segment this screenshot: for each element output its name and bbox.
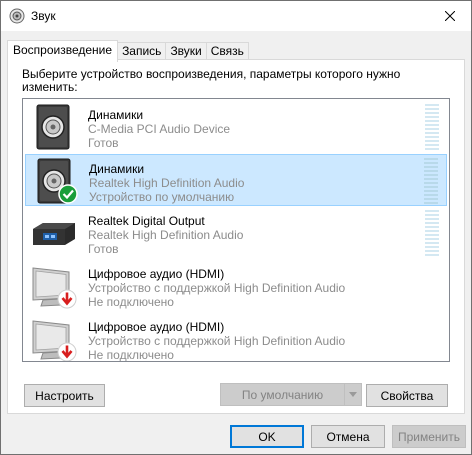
sound-dialog: Звук Воспроизведение Запись Звуки Связь …: [0, 0, 472, 455]
device-driver: Устройство с поддержкой High Definition …: [88, 334, 346, 348]
device-row[interactable]: Цифровое аудио (HDMI) Устройство с подде…: [25, 260, 447, 312]
volume-level-meter: [424, 158, 438, 204]
properties-button[interactable]: Свойства: [366, 384, 448, 407]
device-list[interactable]: Динамики C-Media PCI Audio Device Готов: [22, 98, 450, 362]
device-status: Готов: [88, 136, 119, 150]
speaker-device-icon: [37, 158, 78, 204]
close-icon: [445, 11, 455, 21]
digital-output-icon: [33, 223, 75, 245]
set-default-button[interactable]: По умолчанию: [221, 384, 345, 405]
device-status: Не подключено: [88, 348, 174, 362]
device-status: Устройство по умолчанию: [89, 190, 235, 204]
device-driver: Realtek High Definition Audio: [88, 228, 244, 242]
configure-button[interactable]: Настроить: [24, 384, 105, 407]
device-row[interactable]: Динамики C-Media PCI Audio Device Готов: [25, 101, 447, 153]
device-driver: C-Media PCI Audio Device: [88, 122, 231, 136]
volume-level-meter: [425, 104, 439, 150]
device-name: Realtek Digital Output: [88, 214, 205, 228]
device-driver: Устройство с поддержкой High Definition …: [88, 281, 346, 295]
volume-level-meter: [425, 210, 439, 256]
device-name: Цифровое аудио (HDMI): [88, 320, 225, 334]
set-default-dropdown[interactable]: [345, 384, 361, 405]
device-name: Динамики: [88, 108, 144, 122]
set-default-split-button[interactable]: По умолчанию: [220, 383, 362, 406]
device-row[interactable]: Realtek Digital Output Realtek High Defi…: [25, 207, 447, 259]
playback-panel: Выберите устройство воспроизведения, пар…: [7, 59, 465, 414]
tab-playback[interactable]: Воспроизведение: [7, 40, 119, 62]
monitor-icon: [32, 267, 77, 309]
title-bar[interactable]: Звук: [1, 1, 471, 31]
device-name: Динамики: [89, 162, 145, 176]
monitor-icon: [32, 320, 77, 361]
device-row[interactable]: Цифровое аудио (HDMI) Устройство с подде…: [25, 313, 447, 362]
device-status: Готов: [88, 242, 119, 256]
device-status: Не подключено: [88, 295, 174, 309]
device-driver: Realtek High Definition Audio: [89, 176, 245, 190]
window-title: Звук: [31, 9, 56, 23]
device-row-selected[interactable]: Динамики Realtek High Definition Audio У…: [25, 154, 447, 206]
close-button[interactable]: [435, 3, 465, 29]
tab-strip: Воспроизведение Запись Звуки Связь: [7, 40, 249, 62]
disconnected-arrow-icon: [57, 342, 77, 361]
ok-button[interactable]: OK: [230, 425, 304, 448]
speaker-device-icon: [36, 104, 70, 150]
instruction-text: Выберите устройство воспроизведения, пар…: [22, 67, 401, 94]
device-name: Цифровое аудио (HDMI): [88, 267, 225, 281]
disconnected-arrow-icon: [57, 289, 77, 309]
chevron-down-icon: [349, 392, 357, 397]
speaker-icon: [9, 8, 25, 24]
default-check-icon: [58, 184, 78, 204]
cancel-button[interactable]: Отмена: [311, 425, 385, 448]
apply-button[interactable]: Применить: [392, 425, 466, 448]
